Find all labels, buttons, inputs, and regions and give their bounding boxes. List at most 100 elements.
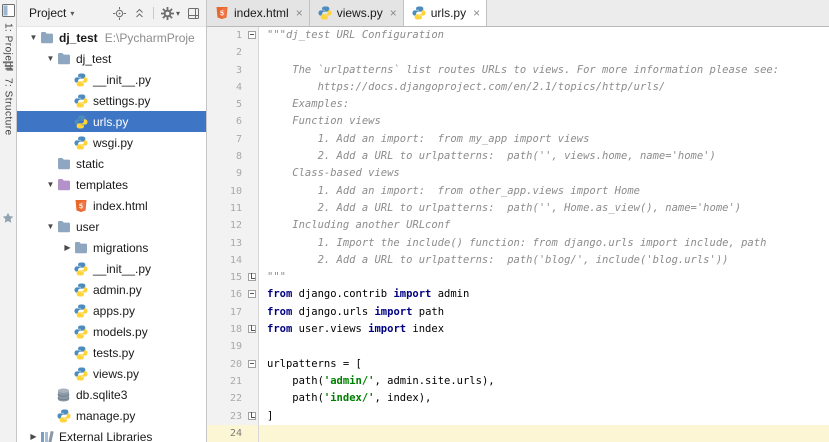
tree-item-static[interactable]: static <box>17 153 206 174</box>
tree-item-tests-py[interactable]: tests.py <box>17 342 206 363</box>
code-line-19[interactable] <box>259 338 829 355</box>
gutter-line-24: 24 <box>207 424 258 442</box>
line-number: 11 <box>229 202 242 214</box>
code-line-14[interactable]: 2. Add a URL to urlpatterns: path('blog/… <box>259 252 829 269</box>
expand-arrow-icon[interactable]: ▶ <box>61 243 74 252</box>
code-line-23[interactable]: ] <box>259 408 829 425</box>
gutter-line-13: 13 <box>207 235 258 252</box>
tree-item-label: static <box>76 156 105 171</box>
tree-item-dj-test[interactable]: ▼ dj_test <box>17 48 206 69</box>
locate-file-icon[interactable] <box>112 6 126 20</box>
code-line-1[interactable]: """dj_test URL Configuration <box>259 27 829 44</box>
tree-item-wsgi-py[interactable]: wsgi.py <box>17 132 206 153</box>
code-line-18[interactable]: from user.views import index <box>259 321 829 338</box>
collapse-arrow-icon[interactable]: ▼ <box>27 33 40 42</box>
code-line-22[interactable]: path('index/', index), <box>259 390 829 407</box>
code-line-20[interactable]: urlpatterns = [ <box>259 356 829 373</box>
tree-item-user[interactable]: ▼ user <box>17 216 206 237</box>
expand-arrow-icon[interactable]: ▶ <box>27 432 40 441</box>
gutter-line-9: 9 <box>207 165 258 182</box>
code-line-11[interactable]: 2. Add a URL to urlpatterns: path('', Ho… <box>259 200 829 217</box>
tree-item-label: user <box>76 219 100 234</box>
tree-item-label: External Libraries <box>59 429 153 442</box>
code-line-12[interactable]: Including another URLconf <box>259 217 829 234</box>
collapse-all-icon[interactable] <box>133 7 146 20</box>
tree-item-models-py[interactable]: models.py <box>17 321 206 342</box>
structure-tool-button[interactable]: 7: Structure <box>0 60 16 136</box>
code-area[interactable]: """dj_test URL Configuration The `urlpat… <box>259 27 829 442</box>
fold-region-end-icon[interactable] <box>248 325 256 334</box>
tree-item-settings-py[interactable]: settings.py <box>17 90 206 111</box>
close-icon[interactable]: × <box>473 7 480 19</box>
code-line-10[interactable]: 1. Add an import: from other_app.views i… <box>259 183 829 200</box>
tree-item-migrations[interactable]: ▶ migrations <box>17 237 206 258</box>
gutter-line-16: 16 <box>207 286 258 303</box>
tab-index-html[interactable]: 5 index.html × <box>207 0 310 26</box>
code-line-15[interactable]: """ <box>259 269 829 286</box>
line-number: 14 <box>229 254 242 266</box>
code-line-5[interactable]: Examples: <box>259 96 829 113</box>
tree-item-label: db.sqlite3 <box>76 387 128 402</box>
gutter-line-1: 1 <box>207 27 258 44</box>
fold-collapse-icon[interactable] <box>248 31 256 39</box>
libraries-icon <box>40 430 55 442</box>
code-line-17[interactable]: from django.urls import path <box>259 304 829 321</box>
tree-item-label: dj_test <box>59 30 98 45</box>
fold-collapse-icon[interactable] <box>248 359 256 368</box>
tree-item-label: settings.py <box>93 93 151 108</box>
line-number: 21 <box>229 375 242 387</box>
tree-item-templates[interactable]: ▼ templates <box>17 174 206 195</box>
gear-icon[interactable]: ▾ <box>160 6 180 20</box>
code-line-4[interactable]: https://docs.djangoproject.com/en/2.1/to… <box>259 79 829 96</box>
tab-views-py[interactable]: views.py × <box>309 0 404 26</box>
code-line-8[interactable]: 2. Add a URL to urlpatterns: path('', vi… <box>259 148 829 165</box>
tree-item-apps-py[interactable]: apps.py <box>17 300 206 321</box>
code-line-21[interactable]: path('admin/', admin.site.urls), <box>259 373 829 390</box>
code-line-7[interactable]: 1. Add an import: from my_app import vie… <box>259 131 829 148</box>
project-panel: Project ▾ ▾ ▼ dj_test E:\PycharmProje ▼ dj_t… <box>17 0 207 442</box>
favorites-tool-button[interactable] <box>0 212 16 227</box>
line-number: 6 <box>235 116 242 128</box>
tree-item-label: templates <box>76 177 129 192</box>
collapse-arrow-icon[interactable]: ▼ <box>44 180 57 189</box>
code-line-16[interactable]: from django.contrib import admin <box>259 286 829 303</box>
project-view-selector[interactable]: Project ▾ <box>29 6 74 20</box>
tree-item-index-html[interactable]: 5 index.html <box>17 195 206 216</box>
tab-label: urls.py <box>430 6 467 20</box>
html-file-icon: 5 <box>215 6 229 20</box>
code-line-6[interactable]: Function views <box>259 113 829 130</box>
close-icon[interactable]: × <box>390 7 397 19</box>
folder-icon <box>57 220 72 233</box>
collapse-arrow-icon[interactable]: ▼ <box>44 54 57 63</box>
code-line-3[interactable]: The `urlpatterns` list routes URLs to vi… <box>259 62 829 79</box>
code-line-24[interactable] <box>259 424 829 442</box>
gutter-line-21: 21 <box>207 373 258 390</box>
python-file-icon <box>412 6 426 20</box>
fold-collapse-icon[interactable] <box>248 290 256 299</box>
folder-icon <box>40 31 55 44</box>
tree-item-db-sqlite3[interactable]: db.sqlite3 <box>17 384 206 405</box>
close-icon[interactable]: × <box>296 7 303 19</box>
tree-item-path: E:\PycharmProje <box>104 30 195 45</box>
code-line-13[interactable]: 1. Import the include() function: from d… <box>259 235 829 252</box>
tab-urls-py[interactable]: urls.py × <box>403 0 488 26</box>
tree-item-init-py[interactable]: __init__.py <box>17 258 206 279</box>
hide-panel-icon[interactable] <box>187 7 200 20</box>
tree-item-manage-py[interactable]: manage.py <box>17 405 206 426</box>
tree-item-urls-py[interactable]: urls.py <box>17 111 206 132</box>
code-line-9[interactable]: Class-based views <box>259 165 829 182</box>
fold-region-end-icon[interactable] <box>248 411 256 420</box>
python-icon <box>74 94 89 108</box>
tree-item-admin-py[interactable]: admin.py <box>17 279 206 300</box>
html-icon: 5 <box>74 199 89 213</box>
line-number: 19 <box>229 341 242 353</box>
tree-item-external-libraries[interactable]: ▶ External Libraries <box>17 426 206 442</box>
tree-item-dj-test[interactable]: ▼ dj_test E:\PycharmProje <box>17 27 206 48</box>
fold-region-end-icon[interactable] <box>248 273 256 282</box>
tab-label: index.html <box>234 6 289 20</box>
collapse-arrow-icon[interactable]: ▼ <box>44 222 57 231</box>
code-line-2[interactable] <box>259 44 829 61</box>
tree-item-views-py[interactable]: views.py <box>17 363 206 384</box>
tree-item-init-py[interactable]: __init__.py <box>17 69 206 90</box>
editor[interactable]: 1 2 3 4 5 6 7 8 9 10 11 12 13 14 15 16 17 18 19 20 21 22 23 24 … <box>207 27 829 442</box>
